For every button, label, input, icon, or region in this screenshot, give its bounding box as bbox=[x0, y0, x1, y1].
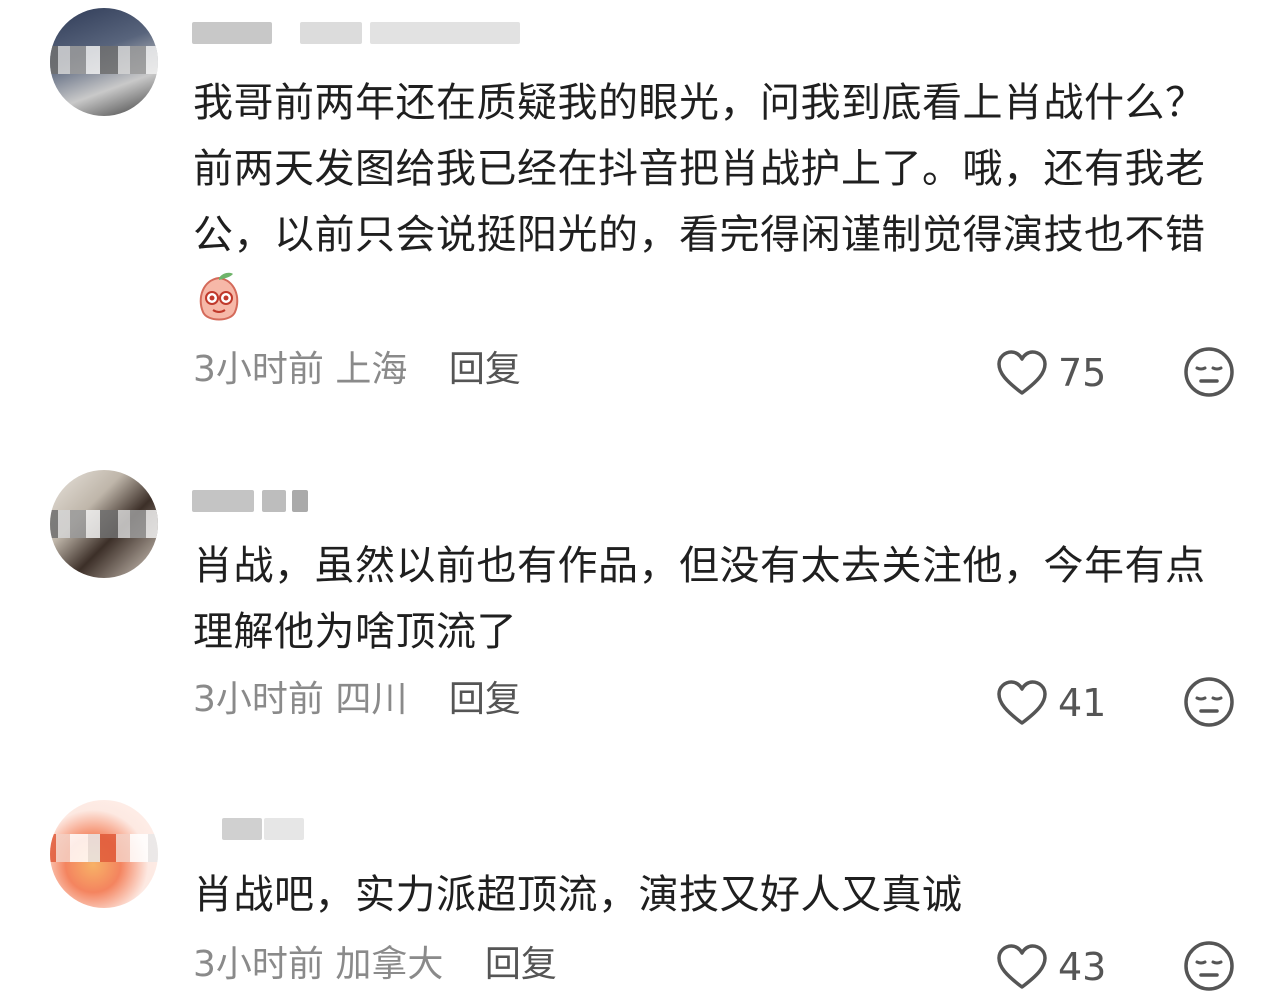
heart-outline-icon bbox=[997, 680, 1047, 725]
peach-face-sticker-icon bbox=[199, 272, 239, 321]
heart-outline-icon bbox=[997, 944, 1047, 989]
comment-time: 3小时前 bbox=[193, 679, 324, 720]
comment-text: 肖战，虽然以前也有作品，但没有太去关注他，今年有点 理解他为啥顶流了 bbox=[193, 543, 1206, 655]
comment-time: 3小时前 bbox=[193, 944, 324, 985]
avatar[interactable] bbox=[50, 8, 158, 116]
comment-meta: 3小时前 上海 回复 bbox=[193, 345, 521, 395]
comment-text: 肖战吧，实力派超顶流，演技又好人又真诚 bbox=[193, 872, 963, 918]
avatar[interactable] bbox=[50, 470, 158, 578]
username-blurred[interactable] bbox=[192, 808, 552, 848]
neutral-face-icon[interactable] bbox=[1183, 346, 1235, 398]
comment-meta: 3小时前 加拿大 回复 bbox=[193, 940, 557, 990]
reply-button[interactable]: 回复 bbox=[449, 679, 521, 720]
like-count: 41 bbox=[1058, 681, 1107, 725]
comment-text: 我哥前两年还在质疑我的眼光，问我到底看上肖战什么？ 前两天发图给我已经在抖音把肖… bbox=[193, 80, 1206, 258]
neutral-face-icon[interactable] bbox=[1183, 940, 1235, 992]
avatar[interactable] bbox=[50, 800, 158, 908]
comment-location: 上海 bbox=[335, 349, 408, 390]
heart-outline-icon bbox=[997, 350, 1047, 395]
comment-location: 四川 bbox=[335, 679, 408, 720]
username-blurred[interactable] bbox=[192, 12, 552, 52]
comment-time: 3小时前 bbox=[193, 349, 324, 390]
like-count: 75 bbox=[1058, 351, 1107, 395]
comment-meta: 3小时前 四川 回复 bbox=[193, 675, 521, 725]
neutral-face-icon[interactable] bbox=[1183, 676, 1235, 728]
like-button[interactable]: 43 bbox=[996, 940, 1106, 994]
like-button[interactable]: 75 bbox=[996, 346, 1106, 400]
reply-button[interactable]: 回复 bbox=[449, 349, 521, 390]
comment-location: 加拿大 bbox=[335, 944, 444, 985]
like-count: 43 bbox=[1058, 945, 1107, 989]
like-button[interactable]: 41 bbox=[996, 676, 1106, 730]
reply-button[interactable]: 回复 bbox=[485, 944, 557, 985]
username-blurred[interactable] bbox=[192, 480, 552, 520]
